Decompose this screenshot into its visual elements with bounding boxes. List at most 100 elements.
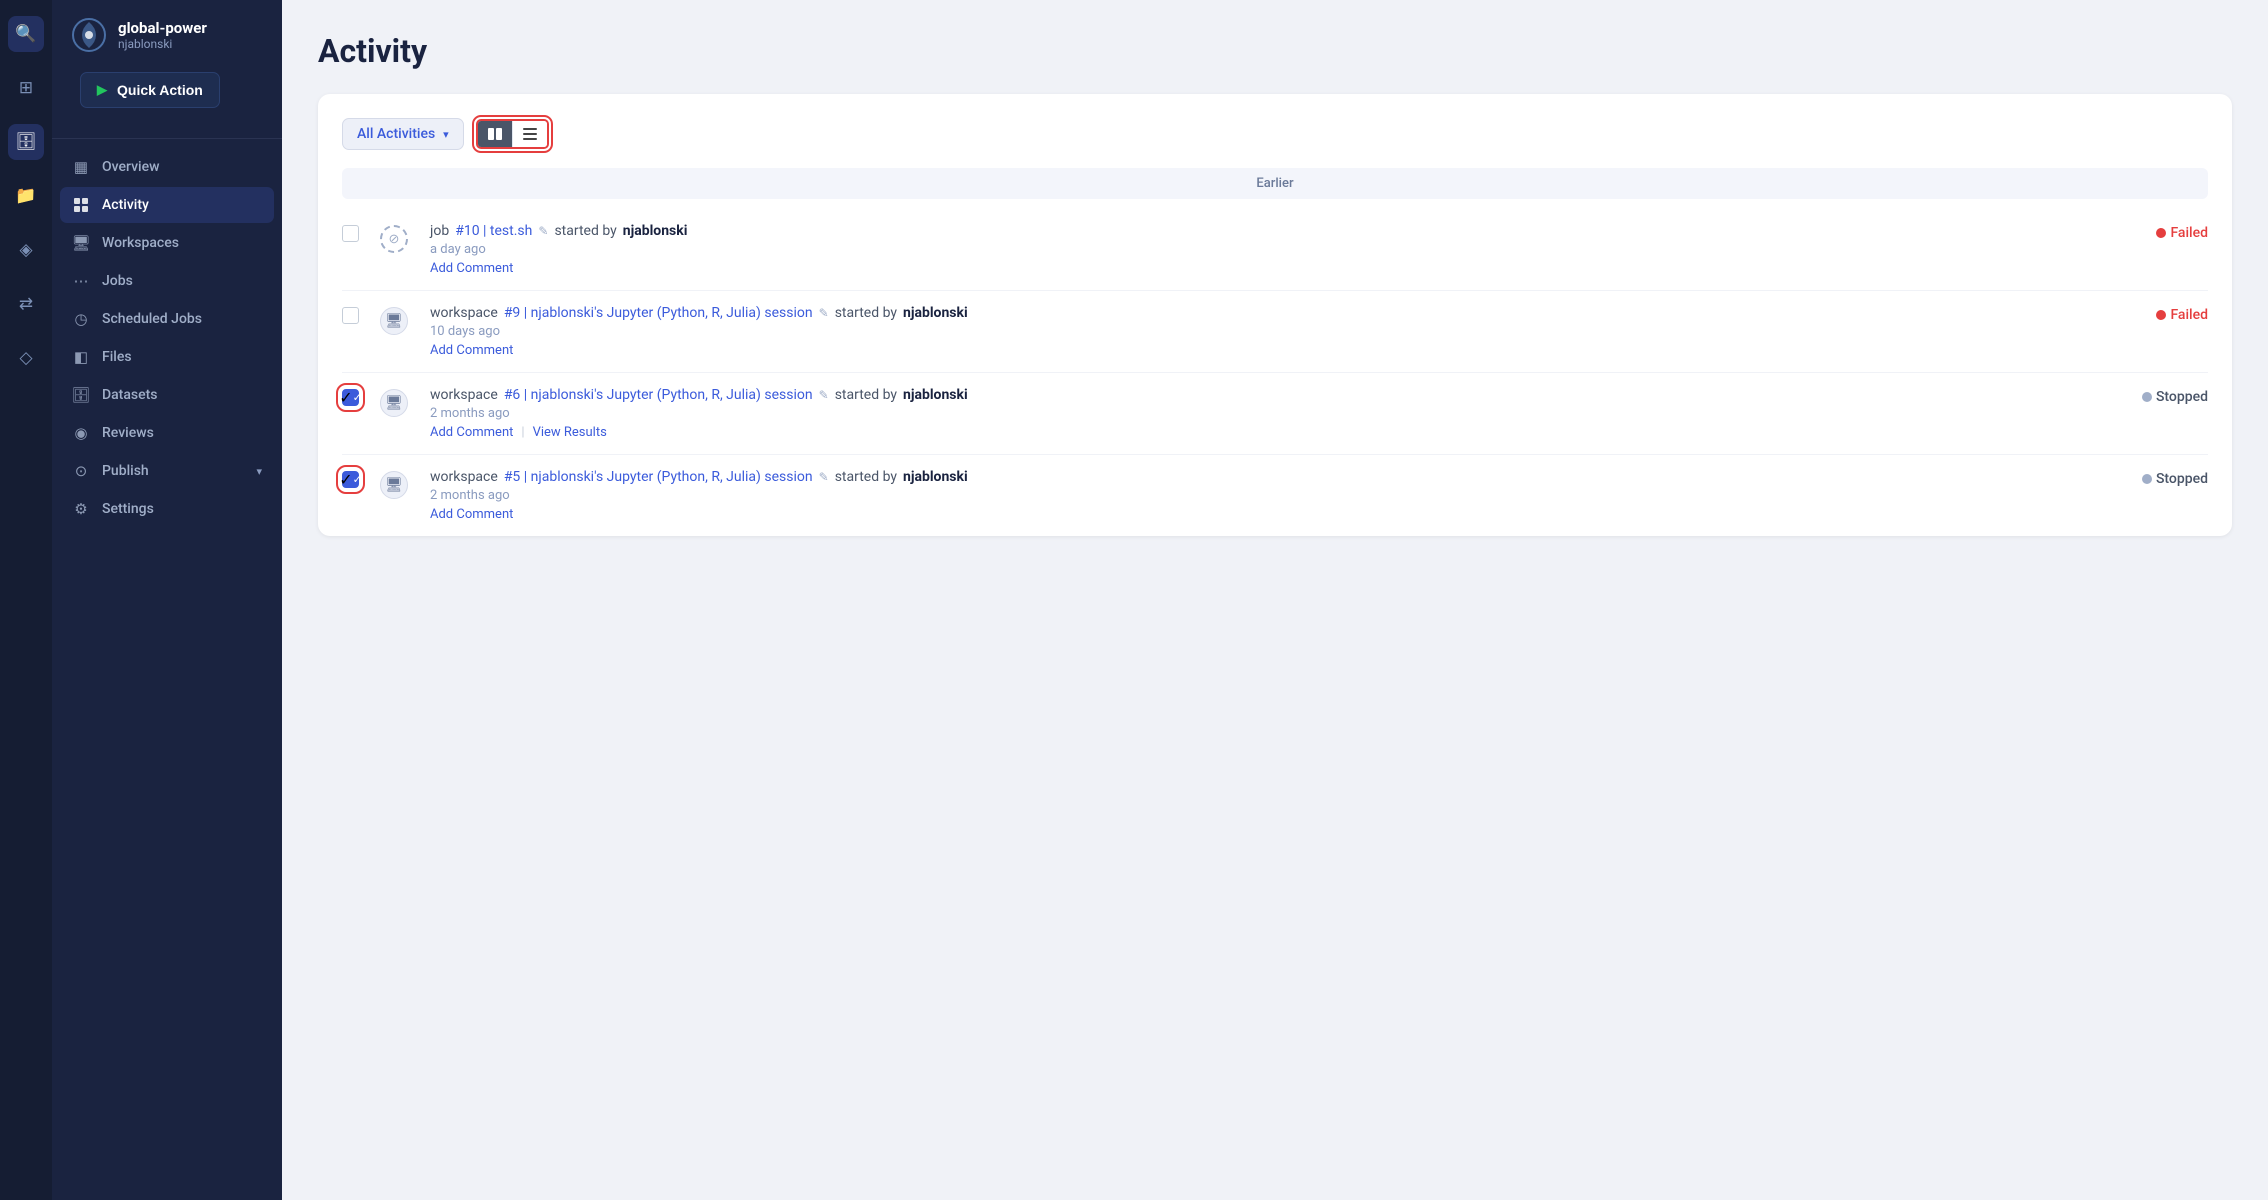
status-badge: Stopped: [2142, 471, 2208, 487]
sidebar-logo: global-power njablonski: [52, 0, 282, 64]
sidebar: global-power njablonski ▶ Quick Action ▦…: [52, 0, 282, 1200]
view-results-link[interactable]: View Results: [533, 425, 607, 440]
sidebar-item-label: Datasets: [102, 387, 157, 403]
activity-list: ⊘ job #10 | test.sh ✎ started by njablon…: [342, 209, 2208, 536]
left-icon-tag[interactable]: ◇: [8, 340, 44, 376]
files-icon: ◧: [72, 348, 90, 366]
activity-link[interactable]: #9 | njablonski's Jupyter (Python, R, Ju…: [504, 305, 813, 321]
activity-title-row: job #10 | test.sh ✎ started by njablonsk…: [430, 223, 2104, 239]
sidebar-item-files[interactable]: ◧ Files: [60, 339, 274, 375]
checkbox-col: ✓: [342, 387, 366, 406]
activity-icon-col: 🖥: [380, 469, 416, 499]
sidebar-item-reviews[interactable]: ◉ Reviews: [60, 415, 274, 451]
left-icon-bar: 🔍 ⊞ 🗄 📁 ◈ ⇄ ◇: [0, 0, 52, 1200]
left-icon-folder[interactable]: 📁: [8, 178, 44, 214]
activity-started: started by: [554, 223, 616, 239]
status-badge: Failed: [2156, 225, 2208, 241]
activity-time: a day ago: [430, 242, 2104, 257]
left-icon-search[interactable]: 🔍: [8, 16, 44, 52]
status-text: Failed: [2170, 307, 2208, 323]
activity-checkbox[interactable]: ✓: [342, 471, 359, 488]
sidebar-item-overview[interactable]: ▦ Overview: [60, 149, 274, 185]
sidebar-item-label: Reviews: [102, 425, 154, 441]
activity-title-row: workspace #9 | njablonski's Jupyter (Pyt…: [430, 305, 2104, 321]
table-row: ⊘ job #10 | test.sh ✎ started by njablon…: [342, 209, 2208, 291]
activity-started: started by: [835, 469, 897, 485]
activity-link[interactable]: #10 | test.sh: [455, 223, 532, 239]
sidebar-item-jobs[interactable]: ⋯ Jobs: [60, 263, 274, 299]
activity-time: 10 days ago: [430, 324, 2104, 339]
table-row: 🖥 workspace #9 | njablonski's Jupyter (P…: [342, 291, 2208, 373]
activity-type: workspace: [430, 305, 498, 321]
table-row: ✓ 🖥 workspace #6 | njablonski's Jupyter …: [342, 373, 2208, 455]
overview-icon: ▦: [72, 158, 90, 176]
activity-time: 2 months ago: [430, 488, 2104, 503]
sidebar-item-settings[interactable]: ⚙ Settings: [60, 491, 274, 527]
sidebar-item-label: Scheduled Jobs: [102, 311, 202, 327]
view-toggle-grid[interactable]: [513, 121, 547, 147]
all-activities-dropdown[interactable]: All Activities ▾: [342, 118, 464, 150]
sidebar-item-datasets[interactable]: 🗄 Datasets: [60, 377, 274, 413]
add-comment-link[interactable]: Add Comment: [430, 261, 513, 276]
checkbox-col: ✓: [342, 469, 366, 488]
status-text: Stopped: [2156, 471, 2208, 487]
sidebar-item-publish[interactable]: ⊙ Publish ▾: [60, 453, 274, 489]
publish-icon: ⊙: [72, 462, 90, 480]
sidebar-item-label: Overview: [102, 159, 159, 175]
filter-bar: All Activities ▾: [342, 118, 2208, 150]
table-row: ✓ 🖥 workspace #5 | njablonski's Jupyter …: [342, 455, 2208, 536]
monitor-icon: 🖥: [380, 389, 408, 417]
left-icon-database[interactable]: 🗄: [8, 124, 44, 160]
datasets-icon: 🗄: [72, 386, 90, 404]
sidebar-item-label: Publish: [102, 463, 149, 479]
sidebar-item-label: Settings: [102, 501, 154, 517]
add-comment-link[interactable]: Add Comment: [430, 425, 513, 440]
activity-checkbox[interactable]: ✓: [342, 389, 359, 406]
activity-time: 2 months ago: [430, 406, 2104, 421]
activity-actions: Add Comment: [430, 261, 2104, 276]
activity-link[interactable]: #6 | njablonski's Jupyter (Python, R, Ju…: [504, 387, 813, 403]
activity-content: job #10 | test.sh ✎ started by njablonsk…: [430, 223, 2104, 276]
activity-checkbox[interactable]: [342, 225, 359, 242]
settings-icon: ⚙: [72, 500, 90, 518]
monitor-icon: 🖥: [380, 471, 408, 499]
activity-type: workspace: [430, 387, 498, 403]
failed-dot: [2156, 228, 2166, 238]
activity-user: njablonski: [903, 469, 968, 485]
activity-link[interactable]: #5 | njablonski's Jupyter (Python, R, Ju…: [504, 469, 813, 485]
activity-type: job: [430, 223, 449, 239]
activity-actions: Add Comment | View Results: [430, 425, 2104, 440]
activity-started: started by: [835, 387, 897, 403]
view-toggle-list[interactable]: [478, 121, 513, 147]
status-badge: Failed: [2156, 307, 2208, 323]
left-icon-arrows[interactable]: ⇄: [8, 286, 44, 322]
quick-action-button[interactable]: ▶ Quick Action: [80, 72, 220, 108]
activity-user: njablonski: [623, 223, 688, 239]
stopped-dot: [2142, 474, 2152, 484]
sidebar-nav: ▦ Overview Activity 🖥 Workspaces ⋯ Jobs …: [52, 143, 282, 1200]
workspaces-icon: 🖥: [72, 234, 90, 252]
status-col: Failed: [2118, 305, 2208, 323]
publish-chevron-icon: ▾: [256, 465, 262, 478]
status-text: Failed: [2170, 225, 2208, 241]
add-comment-link[interactable]: Add Comment: [430, 507, 513, 522]
sidebar-item-scheduled-jobs[interactable]: ◷ Scheduled Jobs: [60, 301, 274, 337]
sidebar-item-activity[interactable]: Activity: [60, 187, 274, 223]
checkbox-col: [342, 305, 366, 324]
left-icon-grid[interactable]: ⊞: [8, 70, 44, 106]
activity-content: workspace #9 | njablonski's Jupyter (Pyt…: [430, 305, 2104, 358]
edit-icon[interactable]: ✎: [819, 388, 829, 402]
activity-actions: Add Comment: [430, 343, 2104, 358]
edit-icon[interactable]: ✎: [538, 224, 548, 238]
edit-icon[interactable]: ✎: [819, 470, 829, 484]
edit-icon[interactable]: ✎: [819, 306, 829, 320]
page-title: Activity: [318, 32, 2232, 70]
stopped-dot: [2142, 392, 2152, 402]
activity-checkbox[interactable]: [342, 307, 359, 324]
sidebar-item-workspaces[interactable]: 🖥 Workspaces: [60, 225, 274, 261]
left-icon-cube[interactable]: ◈: [8, 232, 44, 268]
add-comment-link[interactable]: Add Comment: [430, 343, 513, 358]
sidebar-item-label: Jobs: [102, 273, 133, 289]
view-toggle[interactable]: [476, 119, 549, 149]
reviews-icon: ◉: [72, 424, 90, 442]
